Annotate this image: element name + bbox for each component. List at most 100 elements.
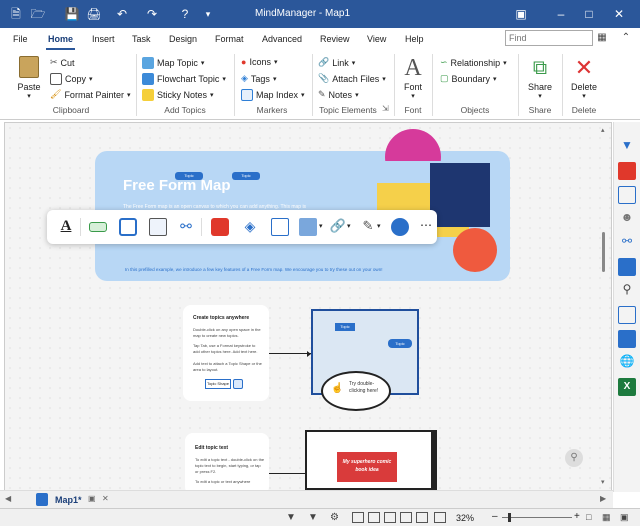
view-icon[interactable] <box>368 512 380 523</box>
topic-card[interactable]: Edit topic text To edit a topic text - d… <box>185 433 269 491</box>
calendar-icon[interactable] <box>271 218 289 236</box>
notes-icon[interactable]: ✎ <box>359 218 377 236</box>
task-info-icon[interactable] <box>618 162 636 180</box>
tab-help[interactable]: Help <box>405 34 424 44</box>
search-icon[interactable]: ⚲ <box>618 282 636 300</box>
view-icon[interactable] <box>416 512 428 523</box>
link-button[interactable]: 🔗 Link ▾ <box>318 57 355 68</box>
sync-icon[interactable]: ⚙ <box>330 512 339 523</box>
filter-icon[interactable]: ▼ <box>618 138 636 156</box>
dialog-launcher-icon[interactable]: ⇲ <box>382 104 389 113</box>
map-index-button[interactable]: Map Index ▾ <box>241 89 305 101</box>
link-icon[interactable]: 🔗 <box>329 218 347 236</box>
location-pin-icon[interactable]: ⚲ <box>565 449 583 467</box>
scroll-down-icon[interactable]: ▾ <box>601 478 605 486</box>
scroll-right-icon[interactable]: ▶ <box>600 494 606 503</box>
chevron-down-icon[interactable]: ▾ <box>319 222 323 230</box>
filter-icon[interactable]: ▼ <box>286 512 296 523</box>
maximize-button[interactable]: □ <box>578 4 600 24</box>
frame-shape[interactable]: My superhero comic book idea <box>305 430 437 490</box>
library-icon[interactable] <box>618 306 636 324</box>
collapse-ribbon-icon[interactable]: ⌃ <box>618 30 634 46</box>
vertical-scrollbar[interactable]: ▴ ▾ <box>598 122 610 492</box>
callout-icon[interactable] <box>119 218 137 236</box>
map-canvas[interactable]: Free Form Map The Free Form map is an op… <box>4 122 612 492</box>
font-button[interactable]: A Font ▾ <box>400 56 426 100</box>
excel-icon[interactable]: X <box>618 378 636 396</box>
notes-button[interactable]: ✎ Notes ▾ <box>318 89 359 100</box>
chevron-down-icon[interactable]: ▾ <box>347 222 351 230</box>
resources-icon[interactable]: ☻ <box>618 210 636 228</box>
boundary-button[interactable]: ▢ Boundary ▾ <box>440 73 497 84</box>
document-tab-map1[interactable]: Map1* <box>55 495 82 505</box>
tab-review[interactable]: Review <box>320 34 350 44</box>
format-painter-button[interactable]: 🖌 Format Painter ▾ <box>50 89 130 100</box>
branch-icon[interactable]: ⚯ <box>177 218 195 236</box>
comic-topic[interactable]: My superhero comic book idea <box>337 452 397 482</box>
topic-shape-chip[interactable]: Topic Shape <box>205 379 231 389</box>
tab-design[interactable]: Design <box>169 34 197 44</box>
tab-view[interactable]: View <box>367 34 386 44</box>
navy-rectangle-shape[interactable] <box>430 163 490 227</box>
new-document-icon[interactable]: 🗎 <box>8 6 24 22</box>
scroll-left-icon[interactable]: ◀ <box>5 494 11 503</box>
tab-home[interactable]: Home <box>45 34 76 50</box>
properties-icon[interactable] <box>618 258 636 276</box>
attach-files-button[interactable]: 📎 Attach Files ▾ <box>318 73 386 84</box>
filter-grid-icon[interactable]: ▦ <box>594 30 610 46</box>
save-icon[interactable]: 💾 <box>64 6 80 22</box>
chevron-down-icon[interactable]: ▾ <box>377 222 381 230</box>
minimize-button[interactable]: – <box>550 4 572 24</box>
cut-button[interactable]: ✂ Cut <box>50 57 75 68</box>
sticky-notes-button[interactable]: Sticky Notes ▾ <box>142 89 214 101</box>
tags-button[interactable]: ◈ Tags ▾ <box>241 73 276 84</box>
zoom-level[interactable]: 32% <box>456 513 474 523</box>
tab-format[interactable]: Format <box>215 34 244 44</box>
delete-button[interactable]: ✕ Delete ▾ <box>568 56 600 101</box>
share-button[interactable]: ⧉ Share ▾ <box>525 56 555 100</box>
attach-icon[interactable] <box>149 218 167 236</box>
tab-file[interactable]: File <box>13 34 28 44</box>
search-input[interactable] <box>505 30 593 46</box>
fit-width-icon[interactable]: ▦ <box>602 512 611 523</box>
close-button[interactable]: ✕ <box>608 4 630 24</box>
close-tab-icon[interactable]: ✕ <box>102 494 109 503</box>
scroll-thumb[interactable] <box>602 232 605 272</box>
smart-fill-icon[interactable] <box>391 218 409 236</box>
help-icon[interactable]: ? <box>177 6 193 22</box>
topic-shape-icon[interactable] <box>89 222 107 232</box>
zoom-slider[interactable] <box>502 517 572 518</box>
map-parts-icon[interactable]: ⚯ <box>618 234 636 252</box>
view-icon[interactable] <box>434 512 446 523</box>
print-icon[interactable]: 🖨 <box>86 6 102 22</box>
zoom-slider-thumb[interactable] <box>508 513 511 522</box>
ribbon-display-icon[interactable]: ▣ <box>510 4 532 24</box>
relationship-button[interactable]: ∽ Relationship ▾ <box>440 57 507 68</box>
view-icon[interactable] <box>384 512 396 523</box>
topic-card[interactable]: Create topics anywhere Double-click on a… <box>183 305 269 401</box>
pin-tab-icon[interactable]: ▣ <box>88 494 96 503</box>
topic-chip[interactable]: Topic <box>232 172 260 180</box>
icons-button[interactable]: ● Icons ▾ <box>241 57 277 67</box>
open-folder-icon[interactable]: 🗁 <box>30 6 46 22</box>
tab-task[interactable]: Task <box>132 34 151 44</box>
view-icon[interactable] <box>352 512 364 523</box>
map-topic-button[interactable]: Map Topic ▾ <box>142 57 204 69</box>
topic-chip[interactable]: Topic <box>175 172 203 180</box>
calendar-icon[interactable] <box>618 186 636 204</box>
speech-bubble[interactable]: ☝ Try double-clicking here! <box>321 371 391 411</box>
fit-map-icon[interactable]: □ <box>586 512 591 522</box>
customize-quick-access-icon[interactable]: ▾ <box>200 6 216 22</box>
zoom-out-icon[interactable]: – <box>492 511 498 522</box>
filter-options-icon[interactable]: ▼ <box>308 512 318 523</box>
tab-advanced[interactable]: Advanced <box>262 34 302 44</box>
sheet-icon[interactable] <box>618 330 636 348</box>
scroll-up-icon[interactable]: ▴ <box>601 126 605 134</box>
image-icon[interactable] <box>299 218 317 236</box>
undo-icon[interactable]: ↶ <box>114 6 130 22</box>
zoom-in-icon[interactable]: + <box>574 511 580 522</box>
flowchart-topic-button[interactable]: Flowchart Topic ▾ <box>142 73 226 85</box>
intro-text[interactable]: In this prefilled example, we introduce … <box>125 267 505 272</box>
browser-icon[interactable]: 🌐 <box>618 354 636 372</box>
more-options-icon[interactable]: ⋯ <box>417 218 435 236</box>
